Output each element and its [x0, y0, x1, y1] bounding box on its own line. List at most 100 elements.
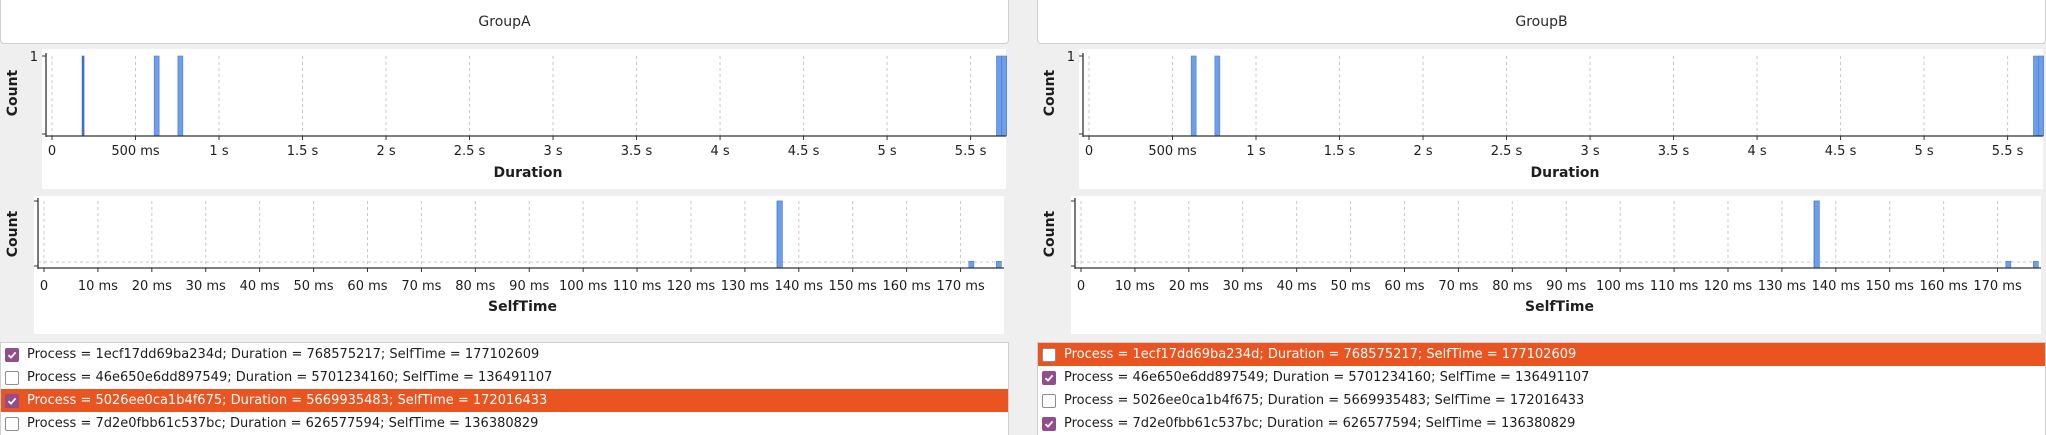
x-tick-label: 150 ms [1866, 279, 1915, 294]
x-tick-label: 30 ms [1223, 279, 1263, 294]
x-axis-title: Duration [493, 165, 562, 181]
list-item-label: Process = 46e650e6dd897549; Duration = 5… [27, 370, 553, 385]
x-tick-label: 2 s [376, 144, 395, 159]
y-axis-title: Count [1042, 210, 1058, 257]
row-checkbox[interactable] [1042, 370, 1056, 385]
x-tick-label: 80 ms [455, 279, 495, 294]
row-checkbox[interactable] [5, 347, 19, 362]
list-item[interactable]: Process = 5026ee0ca1b4f675; Duration = 5… [1, 389, 1008, 412]
x-tick-label: 2.5 s [454, 144, 486, 159]
process-list: Process = 1ecf17dd69ba234d; Duration = 7… [1037, 342, 2046, 435]
x-tick-label: 1 s [1246, 144, 1265, 159]
histogram-bar [2005, 261, 2012, 269]
list-item[interactable]: Process = 5026ee0ca1b4f675; Duration = 5… [1038, 389, 2045, 412]
checkmark-icon [7, 397, 17, 405]
x-tick-label: 40 ms [240, 279, 280, 294]
x-tick-label: 5.5 s [1992, 144, 2024, 159]
list-item-label: Process = 1ecf17dd69ba234d; Duration = 7… [27, 347, 540, 362]
x-tick-label: 5 s [1914, 144, 1933, 159]
x-tick-label: 60 ms [1384, 279, 1424, 294]
x-tick-label: 70 ms [1438, 279, 1478, 294]
group-header[interactable]: GroupB [1037, 0, 2046, 44]
x-tick-label: 90 ms [509, 279, 549, 294]
x-tick-label: 110 ms [613, 279, 662, 294]
list-item-label: Process = 5026ee0ca1b4f675; Duration = 5… [27, 393, 548, 408]
x-tick-label: 40 ms [1277, 279, 1317, 294]
x-tick-label: 3 s [1580, 144, 1599, 159]
x-axis-title: SelfTime [1525, 299, 1594, 315]
x-tick-label: 130 ms [721, 279, 770, 294]
x-tick-label: 1.5 s [1324, 144, 1356, 159]
histogram-bar [1190, 55, 1197, 137]
x-tick-label: 160 ms [1919, 279, 1968, 294]
duration-histogram[interactable]: 0 500 ms 1 s 1.5 s 2 s 2.5 s 3 s 3.5 s 4 s 4.5 s 5… [0, 49, 1009, 189]
x-tick-label: 0 [48, 144, 56, 159]
x-tick-label: 70 ms [401, 279, 441, 294]
group-title: GroupB [1515, 13, 1568, 30]
row-checkbox[interactable] [5, 370, 19, 385]
list-item-label: Process = 46e650e6dd897549; Duration = 5… [1064, 370, 1590, 385]
histogram-bar [1001, 55, 1008, 137]
row-checkbox[interactable] [5, 416, 19, 431]
histogram-bar [2033, 55, 2039, 137]
list-item[interactable]: Process = 46e650e6dd897549; Duration = 5… [1, 366, 1008, 389]
list-item[interactable]: Process = 7d2e0fbb61c537bc; Duration = 6… [1, 412, 1008, 435]
duration-histogram[interactable]: 0 500 ms 1 s 1.5 s 2 s 2.5 s 3 s 3.5 s 4 s 4.5 s 5… [1037, 49, 2046, 189]
x-tick-label: 130 ms [1758, 279, 1807, 294]
x-tick-label: 4.5 s [1825, 144, 1857, 159]
x-tick-label: 100 ms [1596, 279, 1645, 294]
x-tick-label: 5 s [877, 144, 896, 159]
list-item[interactable]: Process = 46e650e6dd897549; Duration = 5… [1038, 366, 2045, 389]
list-item[interactable]: Process = 1ecf17dd69ba234d; Duration = 7… [1038, 343, 2045, 366]
x-tick-label: 150 ms [829, 279, 878, 294]
x-tick-label: 3.5 s [621, 144, 653, 159]
list-item[interactable]: Process = 7d2e0fbb61c537bc; Duration = 6… [1038, 412, 2045, 435]
duration-histogram-svg[interactable]: 0 500 ms 1 s 1.5 s 2 s 2.5 s 3 s 3.5 s 4 s 4.5 s 5… [0, 49, 1009, 189]
histogram-bar [153, 55, 160, 137]
x-tick-label: 60 ms [347, 279, 387, 294]
x-axis-title: Duration [1530, 165, 1599, 181]
x-tick-label: 10 ms [78, 279, 118, 294]
x-tick-label: 20 ms [132, 279, 172, 294]
group-header[interactable]: GroupA [0, 0, 1009, 44]
histogram-bar [2033, 261, 2039, 269]
x-tick-label: 50 ms [1331, 279, 1371, 294]
x-tick-label: 100 ms [559, 279, 608, 294]
x-tick-label: 500 ms [1148, 144, 1197, 159]
row-checkbox[interactable] [1042, 347, 1056, 362]
histogram-bar [2038, 55, 2045, 137]
duration-histogram-svg[interactable]: 0 500 ms 1 s 1.5 s 2 s 2.5 s 3 s 3.5 s 4 s 4.5 s 5… [1037, 49, 2046, 189]
x-tick-label: 30 ms [186, 279, 226, 294]
process-list: Process = 1ecf17dd69ba234d; Duration = 7… [0, 342, 1009, 435]
x-tick-label: 170 ms [1973, 279, 2022, 294]
x-tick-label: 80 ms [1492, 279, 1532, 294]
row-checkbox[interactable] [1042, 393, 1056, 408]
histogram-bar [996, 55, 1002, 137]
x-tick-label: 160 ms [882, 279, 931, 294]
y-tick-label: 1 [30, 50, 38, 65]
checkmark-icon [1044, 374, 1054, 382]
checkmark-icon [1044, 420, 1054, 428]
x-tick-label: 120 ms [1704, 279, 1753, 294]
x-tick-label: 1.5 s [287, 144, 319, 159]
x-tick-label: 0 [40, 279, 48, 294]
x-tick-label: 3 s [543, 144, 562, 159]
x-tick-label: 170 ms [936, 279, 985, 294]
selftime-histogram[interactable]: 0 10 ms 20 ms 30 ms 40 ms 50 ms 60 ms 70 ms 80 m… [0, 196, 1009, 334]
list-item[interactable]: Process = 1ecf17dd69ba234d; Duration = 7… [1, 343, 1008, 366]
x-tick-label: 0 [1085, 144, 1093, 159]
list-item-label: Process = 7d2e0fbb61c537bc; Duration = 6… [1064, 416, 1576, 431]
list-item-label: Process = 7d2e0fbb61c537bc; Duration = 6… [27, 416, 539, 431]
row-checkbox[interactable] [5, 393, 19, 408]
histogram-bar [81, 55, 85, 137]
selftime-histogram-svg[interactable]: 0 10 ms 20 ms 30 ms 40 ms 50 ms 60 ms 70 ms 80 m… [1037, 196, 2046, 334]
y-axis-title: Count [5, 210, 21, 257]
x-tick-label: 120 ms [667, 279, 716, 294]
x-tick-label: 1 s [209, 144, 228, 159]
y-axis-title: Count [5, 69, 21, 116]
x-tick-label: 2.5 s [1491, 144, 1523, 159]
selftime-histogram[interactable]: 0 10 ms 20 ms 30 ms 40 ms 50 ms 60 ms 70 ms 80 m… [1037, 196, 2046, 334]
x-tick-label: 50 ms [294, 279, 334, 294]
row-checkbox[interactable] [1042, 416, 1056, 431]
selftime-histogram-svg[interactable]: 0 10 ms 20 ms 30 ms 40 ms 50 ms 60 ms 70 ms 80 m… [0, 196, 1009, 334]
